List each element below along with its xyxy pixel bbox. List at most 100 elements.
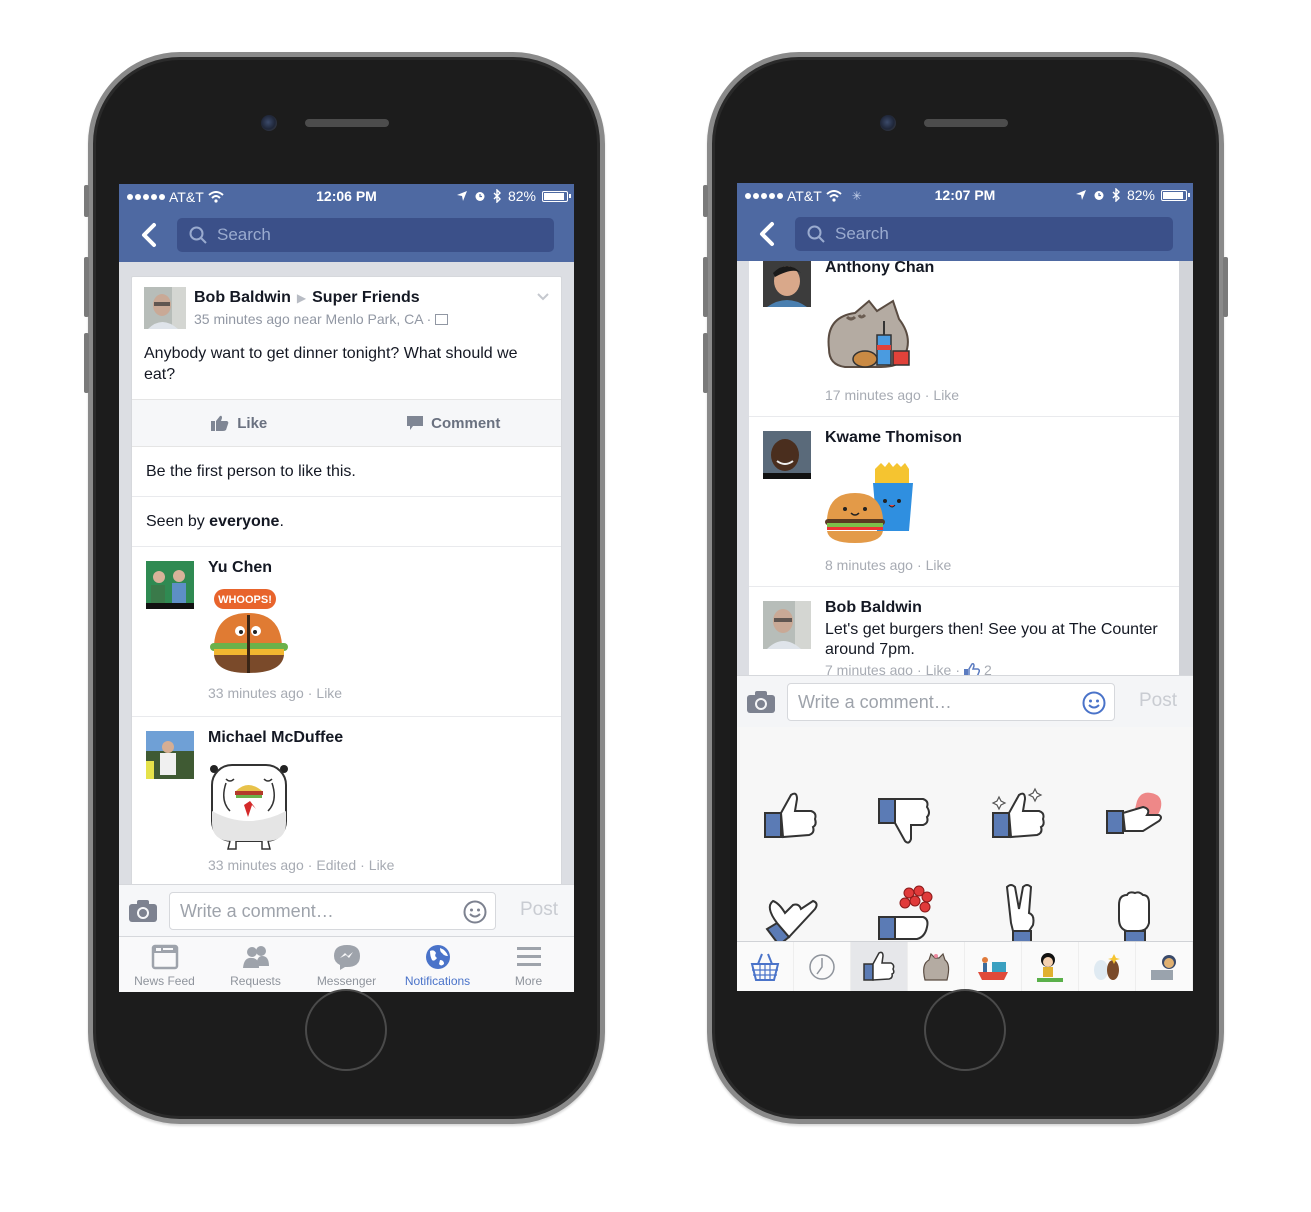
seen-everyone-link[interactable]: everyone (209, 513, 279, 531)
pusheen-pack-tab[interactable] (908, 942, 965, 991)
comment-author[interactable]: Anthony Chan (825, 261, 934, 277)
post-text: Anybody want to get dinner tonight? What… (144, 345, 518, 383)
comment-author[interactable]: Kwame Thomison (825, 429, 962, 447)
search-input[interactable]: Search (177, 218, 554, 252)
comment-time: 33 minutes ago (208, 685, 304, 701)
comment-like-link[interactable]: Like (926, 662, 952, 675)
comment-time: 17 minutes ago (825, 387, 921, 403)
app-header: AT&T 12:06 PM 82% Search (119, 184, 574, 262)
like-pack-tab[interactable] (851, 942, 908, 991)
comment-like-link[interactable]: Like (926, 557, 952, 573)
battery-percent: 82% (1126, 187, 1155, 203)
location-arrow-icon (456, 191, 467, 201)
search-icon (189, 226, 207, 244)
comment-input[interactable]: Write a comment… (169, 892, 496, 930)
comment-like-link[interactable]: Like (369, 857, 395, 873)
front-camera (261, 115, 277, 131)
camera-icon[interactable] (747, 691, 775, 713)
pusheen-pack-icon (923, 952, 950, 981)
comment-like-link[interactable]: Like (316, 685, 342, 701)
fist-sticker[interactable] (1103, 883, 1167, 947)
comment-input[interactable]: Write a comment… (787, 683, 1115, 721)
comment-bubble-icon (407, 416, 424, 430)
comment-time: 8 minutes ago (825, 557, 913, 573)
girl-pack-icon (1037, 953, 1063, 982)
bear-burger-sticker (210, 764, 288, 850)
thumbs-up-icon (211, 415, 229, 431)
tab-news-feed[interactable]: News Feed (119, 937, 210, 992)
seen-suffix: . (279, 512, 284, 530)
thumbs-down-sticker[interactable] (875, 787, 939, 851)
like-button[interactable]: Like (132, 400, 347, 446)
bottom-tab-bar: News Feed Requests Messenger Notificatio… (119, 936, 574, 992)
tab-messenger[interactable]: Messenger (301, 937, 392, 992)
post-meta: 35 minutes ago near Menlo Park, CA · (194, 311, 432, 327)
emoji-icon[interactable] (463, 900, 487, 924)
comment-author[interactable]: Michael McDuffee (208, 729, 343, 747)
thumbs-up-sticker[interactable] (761, 787, 825, 851)
sticker-store-tab[interactable] (737, 942, 794, 991)
tab-label: Notifications (404, 974, 471, 988)
comment-composer: Write a comment… Post (737, 675, 1193, 727)
front-camera (880, 115, 896, 131)
back-chevron-icon[interactable] (755, 220, 779, 248)
comment-author[interactable]: Bob Baldwin (825, 599, 922, 617)
separator: · (307, 857, 313, 873)
separator: · (955, 662, 960, 675)
camera-icon[interactable] (129, 900, 157, 922)
avatar[interactable] (146, 731, 194, 779)
comment-text: Let's get burgers then! See you at The C… (825, 621, 1158, 658)
recent-clock-icon (809, 954, 835, 980)
comment-like-link[interactable]: Like (933, 387, 959, 403)
globe-icon (425, 945, 450, 969)
recent-stickers-tab[interactable] (794, 942, 851, 991)
girl-pack-tab[interactable] (1022, 942, 1079, 991)
tab-more[interactable]: More (483, 937, 574, 992)
post-button[interactable]: Post (520, 899, 558, 921)
burger-fries-sticker (825, 462, 913, 543)
mute-switch (84, 185, 89, 217)
post-group-link[interactable]: Super Friends (312, 289, 420, 307)
bluetooth-icon (1112, 188, 1120, 202)
likes-summary: Be the first person to like this. (132, 447, 561, 497)
avatar[interactable] (763, 601, 811, 649)
comment-item: Yu Chen WHOOPS! 33 minutes ago · Like (132, 547, 561, 717)
search-placeholder: Search (835, 224, 889, 243)
whoops-burger-sticker: WHOOPS! (210, 589, 288, 673)
earpiece-speaker (924, 119, 1008, 127)
post-author-link[interactable]: Bob Baldwin (194, 289, 291, 307)
comment-composer: Write a comment… Post (119, 884, 574, 936)
post-header: Bob Baldwin ▶ Super Friends 35 minutes a… (132, 277, 561, 339)
flowers-hand-sticker[interactable] (875, 883, 939, 947)
like-label: Like (237, 414, 268, 432)
boat-pack-tab[interactable] (965, 942, 1022, 991)
comment-time: 7 minutes ago (825, 662, 913, 675)
avatar[interactable] (763, 261, 811, 307)
back-chevron-icon[interactable] (137, 221, 161, 249)
sparkle-like-sticker[interactable] (989, 787, 1053, 851)
chevron-down-icon[interactable] (537, 291, 549, 303)
comment-button[interactable]: Comment (347, 400, 562, 446)
emoji-icon[interactable] (1082, 691, 1106, 715)
yeti-pack-icon (1094, 954, 1120, 980)
avatar[interactable] (763, 431, 811, 479)
tab-notifications[interactable]: Notifications (392, 937, 483, 992)
like-pack-icon (863, 951, 895, 981)
heart-hand-sticker[interactable] (1103, 787, 1167, 851)
avatar[interactable] (144, 287, 186, 329)
avatar[interactable] (146, 561, 194, 609)
like-count[interactable]: 2 (984, 662, 992, 675)
separator: · (360, 857, 365, 873)
app-header: AT&T ✳ 12:07 PM 82% Search (737, 183, 1193, 261)
office-pack-tab[interactable] (1136, 942, 1193, 991)
comment-author[interactable]: Yu Chen (208, 559, 272, 577)
comment-edited-link[interactable]: Edited (316, 857, 356, 873)
tab-requests[interactable]: Requests (210, 937, 301, 992)
search-input[interactable]: Search (795, 217, 1173, 251)
post-button[interactable]: Post (1139, 690, 1177, 712)
comments-list[interactable]: Anthony Chan 17 minutes ago · Like Kwame… (749, 261, 1179, 675)
peace-sign-sticker[interactable] (989, 883, 1053, 947)
separator: · (924, 387, 930, 403)
battery-icon (542, 190, 571, 202)
yeti-pack-tab[interactable] (1079, 942, 1136, 991)
